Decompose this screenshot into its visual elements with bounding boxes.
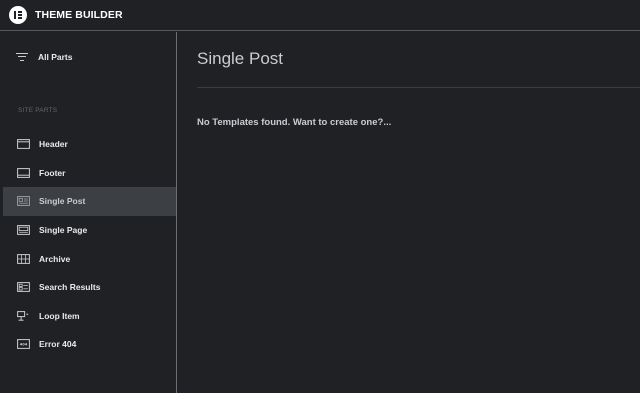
site-parts-nav: Header Footer Single Post Single Page Ar… (3, 130, 176, 359)
svg-text:404: 404 (20, 343, 28, 347)
top-bar: THEME BUILDER (0, 0, 640, 31)
sidebar-item-label: Single Page (39, 225, 88, 236)
sidebar-item-archive[interactable]: Archive (3, 244, 176, 273)
single-page-icon (17, 225, 30, 235)
sidebar-item-label: Loop Item (39, 310, 80, 321)
empty-state-message: No Templates found. Want to create one?.… (197, 117, 392, 128)
app-title: THEME BUILDER (35, 9, 123, 21)
error-404-icon: 404 (17, 339, 30, 350)
all-parts-link[interactable]: All Parts (16, 52, 73, 62)
page-title: Single Post (197, 49, 283, 68)
all-parts-label: All Parts (38, 52, 73, 62)
sidebar-item-label: Header (39, 139, 68, 150)
sidebar-item-label: Footer (39, 167, 66, 178)
divider (197, 87, 640, 88)
footer-icon (17, 167, 30, 178)
archive-icon (17, 253, 30, 264)
sidebar-item-label: Archive (39, 253, 71, 264)
elementor-logo-icon (9, 6, 27, 24)
header-icon (17, 139, 30, 150)
sidebar-item-error-404[interactable]: 404 Error 404 (3, 330, 176, 359)
section-label: SITE PARTS (18, 107, 58, 114)
sidebar-item-search-results[interactable]: Search Results (3, 273, 176, 302)
sidebar-item-loop-item[interactable]: Loop Item (3, 302, 176, 331)
sidebar-item-footer[interactable]: Footer (3, 159, 176, 188)
sidebar-item-label: Single Post (39, 196, 86, 207)
sidebar: All Parts SITE PARTS Header Footer Singl… (0, 32, 177, 393)
main-content: Single Post No Templates found. Want to … (178, 32, 640, 393)
search-results-icon (17, 282, 30, 293)
sidebar-item-label: Error 404 (39, 339, 77, 350)
sidebar-item-single-page[interactable]: Single Page (3, 216, 176, 245)
sidebar-item-header[interactable]: Header (3, 130, 176, 159)
filter-icon (16, 52, 28, 62)
sidebar-item-single-post[interactable]: Single Post (3, 187, 176, 216)
single-post-icon (17, 196, 30, 207)
sidebar-item-label: Search Results (39, 282, 101, 293)
loop-item-icon (17, 310, 30, 321)
